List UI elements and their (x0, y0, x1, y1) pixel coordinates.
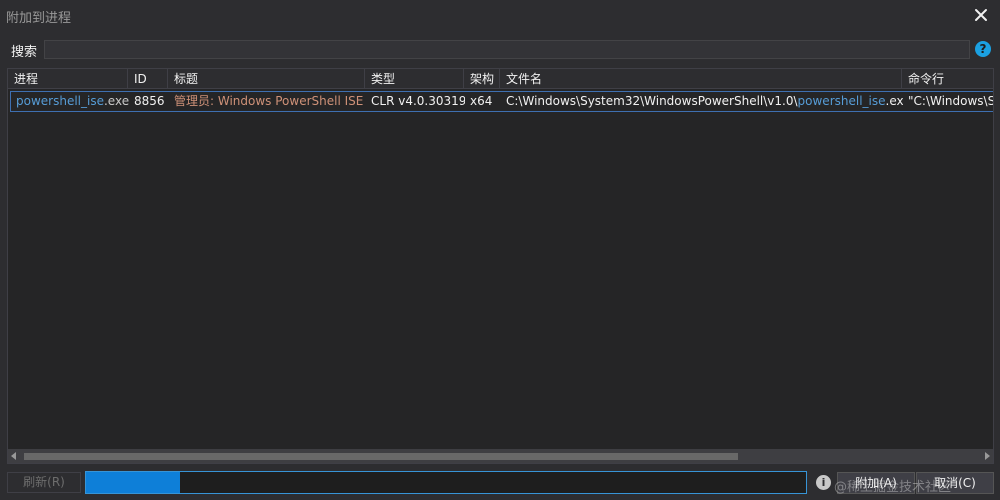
search-label: 搜索 (11, 45, 38, 60)
horizontal-scrollbar[interactable] (8, 449, 993, 463)
column-header-process[interactable]: 进程 (8, 69, 128, 89)
cell-title: 管理员: Windows PowerShell ISE (174, 94, 364, 108)
info-icon[interactable]: i (816, 475, 831, 490)
column-header-type[interactable]: 类型 (365, 69, 464, 89)
column-header-filename[interactable]: 文件名 (500, 69, 902, 89)
help-icon[interactable]: ? (975, 41, 991, 57)
process-name: powershell_ise (16, 94, 104, 108)
window-title: 附加到进程 (6, 11, 72, 26)
cell-arch: x64 (470, 94, 493, 108)
title-bar: 附加到进程 (0, 0, 1000, 30)
progress-bar (85, 471, 807, 494)
column-header-id[interactable]: ID (128, 69, 168, 89)
cancel-button[interactable]: 取消(C) (916, 472, 994, 494)
close-icon[interactable] (972, 6, 990, 24)
attach-button[interactable]: 附加(A) (837, 472, 915, 494)
progress-fill (86, 472, 180, 493)
cell-id: 8856 (134, 94, 165, 108)
cell-command: "C:\Windows\S (908, 94, 994, 108)
cell-type: CLR v4.0.30319 (371, 94, 465, 108)
cell-filename: C:\Windows\System32\WindowsPowerShell\v1… (501, 92, 903, 111)
grid-header: 进程 ID 标题 类型 架构 文件名 命令行 (8, 69, 993, 89)
scroll-left-arrow-icon[interactable] (11, 452, 16, 460)
process-grid: 进程 ID 标题 类型 架构 文件名 命令行 powershell_ise.ex… (7, 68, 994, 464)
column-header-command[interactable]: 命令行 (902, 69, 993, 89)
scroll-thumb[interactable] (24, 453, 738, 460)
scroll-right-arrow-icon[interactable] (985, 452, 990, 460)
cell-process: powershell_ise.exe (11, 92, 129, 111)
process-ext: .exe (103, 94, 129, 108)
refresh-button[interactable]: 刷新(R) (7, 472, 81, 493)
table-row[interactable]: powershell_ise.exe 8856 管理员: Windows Pow… (10, 91, 994, 112)
column-header-title[interactable]: 标题 (168, 69, 365, 89)
file-ext: .exe (885, 94, 904, 108)
file-path: C:\Windows\System32\WindowsPowerShell\v1… (506, 94, 798, 108)
search-input[interactable] (44, 40, 970, 59)
file-name-highlight: powershell_ise (797, 94, 886, 108)
column-header-arch[interactable]: 架构 (464, 69, 500, 89)
